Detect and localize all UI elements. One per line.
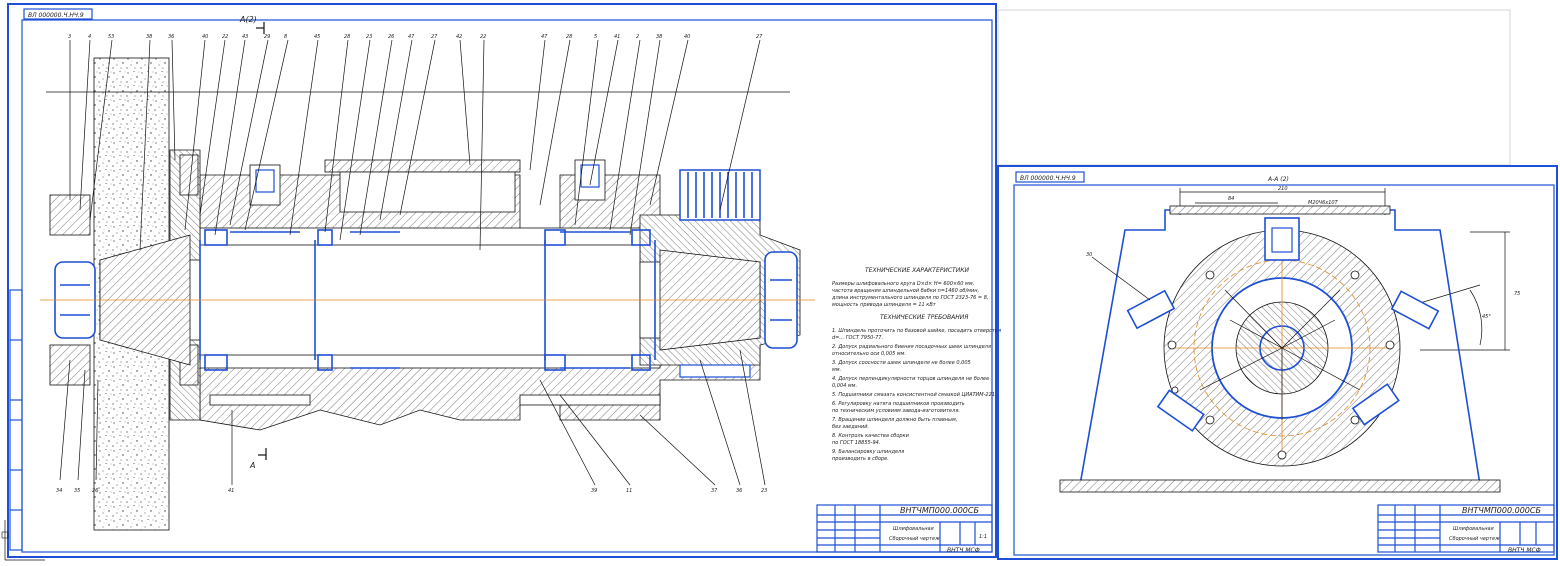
svg-text:5: 5 bbox=[594, 34, 597, 40]
svg-text:38: 38 bbox=[656, 34, 662, 40]
svg-text:47: 47 bbox=[408, 34, 415, 40]
dim-left: 84 bbox=[1228, 196, 1234, 202]
svg-text:22: 22 bbox=[222, 34, 228, 40]
drawing-canvas: ВЛ 000000.Ч.НЧ.9 А(2) А 3 4 53 38 36 40 … bbox=[1, 3, 1558, 561]
left-title-block: ВНТЧМП000.000СБ Шлифовальная Сборочный ч… bbox=[816, 504, 993, 554]
svg-text:41: 41 bbox=[228, 488, 234, 494]
svg-text:7. Вращение шпинделя должно бы: 7. Вращение шпинделя должно быть плавным… bbox=[832, 417, 957, 423]
svg-text:28: 28 bbox=[344, 34, 350, 40]
svg-text:3. Допуск соосности шеек шпинд: 3. Допуск соосности шеек шпинделя не бол… bbox=[832, 360, 971, 366]
svg-text:36: 36 bbox=[736, 488, 742, 494]
svg-text:27: 27 bbox=[431, 34, 438, 40]
left-stamp-title-2: Сборочный чертеж bbox=[889, 536, 940, 542]
right-sheet: ВЛ 000000.Ч.НЧ.9 А-А (2) 210 84 М20Ч6х10… bbox=[997, 9, 1558, 560]
svg-text:по ГОСТ 18855-94.: по ГОСТ 18855-94. bbox=[832, 440, 880, 446]
dim-top: 210 bbox=[1278, 186, 1288, 192]
svg-text:42: 42 bbox=[456, 34, 462, 40]
round-housing bbox=[1163, 229, 1401, 467]
svg-text:43: 43 bbox=[242, 34, 248, 40]
svg-text:41: 41 bbox=[614, 34, 620, 40]
svg-text:23: 23 bbox=[761, 488, 767, 494]
svg-text:40: 40 bbox=[684, 34, 690, 40]
right-title-block: ВНТЧМП000.000СБ Шлифовальная Сборочный ч… bbox=[1377, 504, 1555, 554]
svg-text:23: 23 bbox=[366, 34, 372, 40]
svg-text:9. Балансировку шпинделя: 9. Балансировку шпинделя bbox=[832, 449, 904, 455]
svg-text:40: 40 bbox=[202, 34, 208, 40]
top-cover-plate bbox=[324, 159, 521, 173]
tech-chars-title: ТЕХНИЧЕСКИЕ ХАРАКТЕРИСТИКИ bbox=[865, 267, 969, 274]
svg-text:частота вращения шпиндельной б: частота вращения шпиндельной бабки n=146… bbox=[832, 288, 979, 294]
bottom-bolt-2 bbox=[519, 394, 661, 406]
svg-text:37: 37 bbox=[711, 488, 718, 494]
right-stamp-code: ВНТЧМП000.000СБ bbox=[1462, 506, 1541, 515]
left-nut bbox=[49, 194, 96, 386]
right-stamp-org: ВНТЧ МСФ bbox=[1508, 547, 1541, 554]
svg-text:26: 26 bbox=[388, 34, 394, 40]
tech-req-title: ТЕХНИЧЕСКИЕ ТРЕБОВАНИЯ bbox=[880, 314, 968, 321]
svg-text:4: 4 bbox=[88, 34, 91, 40]
svg-text:8. Контроль качества сборки: 8. Контроль качества сборки bbox=[832, 433, 910, 439]
section-mark-top: А(2) bbox=[239, 15, 257, 24]
callout-30: 30 bbox=[1086, 252, 1092, 258]
dim-height: 75 bbox=[1514, 291, 1520, 297]
svg-text:относительно оси 0,005 мм.: относительно оси 0,005 мм. bbox=[832, 351, 906, 357]
svg-text:45: 45 bbox=[314, 34, 320, 40]
svg-text:2. Допуск радиального биения п: 2. Допуск радиального биения посадочных … bbox=[832, 344, 991, 350]
svg-text:мм.: мм. bbox=[832, 367, 841, 373]
svg-text:22: 22 bbox=[480, 34, 486, 40]
svg-text:мощность привода шпинделя = 11: мощность привода шпинделя = 11 кВт bbox=[832, 302, 937, 308]
svg-text:8: 8 bbox=[284, 34, 287, 40]
right-stamp-title-2: Сборочный чертеж bbox=[1449, 536, 1500, 542]
left-stamp-title-1: Шлифовальная bbox=[893, 526, 934, 532]
svg-text:35: 35 bbox=[74, 488, 80, 494]
svg-text:2: 2 bbox=[636, 34, 639, 40]
svg-text:длина инструментального шпинде: длина инструментального шпинделя по ГОСТ… bbox=[831, 295, 988, 301]
svg-text:36: 36 bbox=[168, 34, 174, 40]
section-title: А-А (2) bbox=[1267, 176, 1289, 183]
left-stamp-code: ВНТЧМП000.000СБ bbox=[900, 506, 979, 515]
tech-characteristics: ТЕХНИЧЕСКИЕ ХАРАКТЕРИСТИКИ Размеры шлифо… bbox=[831, 267, 1001, 462]
callouts-top-labels: 3 4 53 38 36 40 22 43 29 8 45 28 23 26 4… bbox=[68, 34, 763, 40]
svg-text:6. Регулировку натяга подшипни: 6. Регулировку натяга подшипников произв… bbox=[832, 401, 965, 407]
svg-text:5. Подшипники смазать консисте: 5. Подшипники смазать консистентной смаз… bbox=[832, 392, 997, 398]
svg-text:4. Допуск перпендикулярности т: 4. Допуск перпендикулярности торцов шпин… bbox=[832, 376, 989, 382]
svg-text:без заеданий.: без заеданий. bbox=[832, 424, 869, 430]
svg-text:1. Шпиндель проточить по базов: 1. Шпиндель проточить по базовой шейке, … bbox=[832, 328, 1001, 334]
right-code-text: ВЛ 000000.Ч.НЧ.9 bbox=[1020, 175, 1076, 182]
bottom-bolt-1 bbox=[209, 394, 311, 406]
svg-text:47: 47 bbox=[541, 34, 548, 40]
callout-30-leader bbox=[1091, 256, 1151, 301]
svg-text:Размеры шлифовального круга D×: Размеры шлифовального круга D×d× H= 600×… bbox=[832, 281, 974, 287]
left-code-text: ВЛ 000000.Ч.НЧ.9 bbox=[28, 12, 84, 19]
svg-text:28: 28 bbox=[566, 34, 572, 40]
left-stamp-sheet: 1:1 bbox=[979, 534, 987, 540]
svg-text:53: 53 bbox=[108, 34, 114, 40]
svg-text:d=... ГОСТ 7950-77.: d=... ГОСТ 7950-77. bbox=[832, 335, 883, 341]
dim-right: М20Ч6х10Т bbox=[1308, 200, 1339, 206]
svg-text:39: 39 bbox=[591, 488, 597, 494]
left-sheet: ВЛ 000000.Ч.НЧ.9 А(2) А 3 4 53 38 36 40 … bbox=[7, 3, 1001, 558]
dim-angle: 45° bbox=[1482, 314, 1491, 320]
svg-text:11: 11 bbox=[626, 488, 632, 494]
svg-text:производить в сборе.: производить в сборе. bbox=[832, 456, 889, 462]
svg-text:0,004 мм.: 0,004 мм. bbox=[832, 383, 857, 389]
svg-text:38: 38 bbox=[146, 34, 152, 40]
svg-text:34: 34 bbox=[56, 488, 62, 494]
left-stamp-org: ВНТЧ МСФ bbox=[947, 547, 980, 554]
section-mark-bottom: А bbox=[249, 461, 255, 470]
svg-text:29: 29 bbox=[264, 34, 270, 40]
svg-text:27: 27 bbox=[756, 34, 763, 40]
svg-text:3: 3 bbox=[68, 34, 71, 40]
svg-text:по техническим условиям завода: по техническим условиям завода-изготовит… bbox=[832, 408, 960, 414]
svg-text:26: 26 bbox=[92, 488, 98, 494]
right-stamp-title-1: Шлифовальная bbox=[1453, 526, 1494, 532]
